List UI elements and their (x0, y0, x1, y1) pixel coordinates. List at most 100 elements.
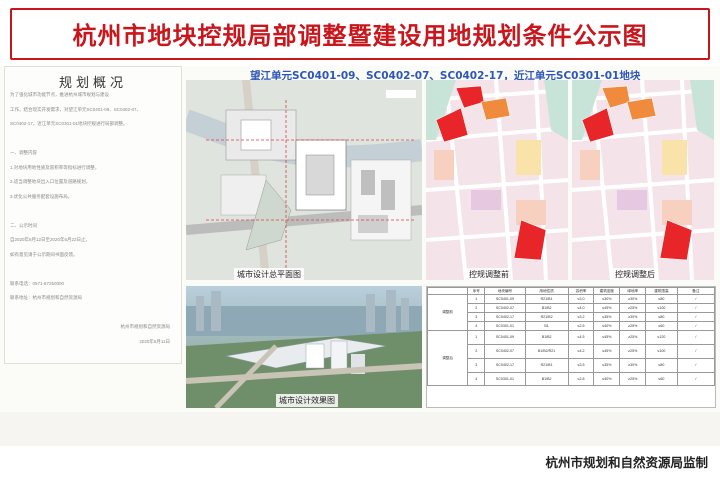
table-cell: ≤30% (593, 294, 621, 305)
table-cell: 3 (467, 312, 486, 322)
rendering-drawing (186, 286, 422, 408)
site-plan-image: 城市设计总平面图 (186, 80, 422, 280)
table-cell: SC0301-01 (484, 371, 526, 387)
table-cell: 4 (467, 320, 486, 331)
overview-line: 一、调整内容 (10, 150, 37, 155)
table-cell: 1 (467, 294, 486, 305)
table-cell: ≥25% (619, 303, 647, 314)
table-cell: / (676, 357, 715, 373)
table-header: 序号 (467, 287, 486, 296)
overview-line: 1.对地块用地性质及容积率等指标进行调整， (10, 164, 100, 170)
table-cell: 4 (467, 371, 486, 387)
table-row: 3 SC0402-17 R21/B2 ≤3.2 ≤35% ≥30% ≤80/ (428, 312, 715, 322)
table-header: 绿地率 (619, 287, 647, 296)
table-row: 调整前 1 SC0401-09 R21/B1 ≤3.0 ≤30% ≥30% ≤80/ (427, 294, 715, 331)
table-cell: ≤3.5 (567, 357, 595, 373)
rendering-caption: 城市设计效果图 (276, 394, 338, 407)
table-header-row: 序号 地块编号 用地性质 容积率 建筑密度 绿地率 建筑限高 备注 (427, 287, 715, 296)
table-header: 用地性质 (524, 287, 569, 296)
table-row: 4 SC0301-01 B1 ≤2.5 ≤40% ≥25% ≤60/ (428, 320, 715, 331)
table-cell: / (676, 343, 715, 359)
overview-line: 3.优化公共服务配套设施布局。 (10, 193, 73, 199)
table-header: 地块编号 (484, 287, 526, 296)
table-cell: R21/B2 (524, 312, 569, 322)
map-before-caption: 控规调整前 (466, 268, 512, 280)
table-cell: ≤80 (645, 312, 678, 322)
table-cell: B1/B2 (524, 303, 569, 314)
table-cell: R21/B1 (524, 294, 569, 305)
table-cell: ≤45% (593, 343, 621, 359)
table-cell: R21/B1 (524, 357, 569, 373)
table-cell: ≤45% (593, 329, 621, 345)
table-cell: / (676, 320, 715, 331)
table-cell: / (676, 329, 715, 345)
page-title: 杭州市地块控规局部调整暨建设用地规划条件公示图 (72, 22, 648, 50)
indicator-grid: 序号 地块编号 用地性质 容积率 建筑密度 绿地率 建筑限高 备注 调整前 1 SC… (427, 287, 715, 387)
table-cell: ≤35% (593, 357, 621, 373)
table-cell: ≤120 (645, 329, 678, 345)
table-cell: ≤100 (645, 303, 678, 314)
table-cell: B1/B2 (524, 371, 569, 387)
table-cell: SC0301-01 (484, 320, 526, 331)
table-cell: ≤100 (645, 343, 678, 359)
table-section-label: 调整后 (427, 329, 469, 387)
table-cell: ≤2.8 (567, 371, 595, 387)
overview-line: 2020年6月11日 (139, 338, 170, 344)
table-cell: 1 (467, 329, 486, 345)
overview-line: 为了强化城市功能节点，推进杭州城市规划与建设 (10, 92, 109, 97)
overview-line: 联系地址：杭州市规划和自然资源局 (10, 295, 82, 300)
overview-heading: 规划概况 (58, 76, 127, 91)
table-cell: / (676, 371, 715, 387)
overview-line: SC0402-17，近江单元SC0301-01地块控规进行局部调整。 (10, 121, 128, 126)
table-cell: SC0402-17 (484, 312, 526, 322)
table-cell: ≥25% (619, 329, 647, 345)
map-after: 控规调整后 (572, 80, 714, 280)
table-header-blank (427, 287, 469, 296)
indicator-table: 序号 地块编号 用地性质 容积率 建筑密度 绿地率 建筑限高 备注 调整前 1 SC… (426, 286, 716, 408)
table-cell: ≥30% (619, 312, 647, 322)
overview-line: 自2020年6月12日至2020年6月22日止， (10, 237, 91, 242)
overview-line: 如有意见请于公示期间书面反馈。 (10, 251, 78, 257)
table-cell: ≤2.5 (567, 320, 595, 331)
overview-line: 杭州市规划和自然资源局 (120, 324, 171, 329)
table-cell: SC0401-09 (484, 329, 526, 345)
table-row: 2 SC0402-07 B1/B2 ≤4.0 ≤45% ≥25% ≤100/ (428, 303, 715, 314)
footer-issuer: 杭州市规划和自然资源局监制 (545, 455, 708, 470)
table-cell: 2 (467, 303, 486, 314)
lower-band (0, 412, 720, 446)
table-row: 2 SC0402-07 B1/B2/R21 ≤4.2 ≤45% ≥25% ≤100/ (428, 343, 715, 359)
site-plan-drawing (186, 80, 422, 280)
overview-line: 工作，结合现实开发需求，对望江单元SC0401-09、SC0402-07、 (10, 106, 142, 112)
table-cell: ≤4.0 (567, 303, 595, 314)
poster: 杭州市地块控规局部调整暨建设用地规划条件公示图 规划概况 为了强化城市功能节点，… (0, 0, 720, 479)
table-cell: B1/B2 (524, 329, 569, 345)
table-cell: SC0402-17 (484, 357, 526, 373)
table-cell: B1/B2/R21 (524, 343, 569, 359)
table-row: 调整后 1 SC0401-09 B1/B2 ≤4.5 ≤45% ≥25% ≤120/ (427, 329, 715, 387)
table-cell: ≤45% (593, 303, 621, 314)
overview-line: 二、公示时间 (10, 222, 37, 228)
table-header: 建筑密度 (593, 287, 621, 296)
table-cell: / (676, 303, 715, 314)
table-cell: ≤40% (593, 320, 621, 331)
map-after-drawing (572, 80, 714, 280)
table-section-label: 调整前 (427, 294, 469, 331)
map-before: 控规调整前 (426, 80, 568, 280)
table-cell: ≤4.2 (567, 343, 595, 359)
table-cell: ≤60 (645, 320, 678, 331)
table-cell: SC0402-07 (484, 343, 526, 359)
table-header: 容积率 (567, 287, 595, 296)
table-cell: 2 (467, 343, 486, 359)
table-cell: ≥25% (619, 343, 647, 359)
table-cell: ≤3.0 (567, 294, 595, 305)
table-row: 4 SC0301-01 B1/B2 ≤2.8 ≤40% ≥25% ≤60/ (428, 371, 715, 387)
rendering-image: 城市设计效果图 (186, 286, 422, 408)
table-cell: / (676, 294, 715, 305)
table-cell: ≤4.5 (567, 329, 595, 345)
table-cell: B1 (524, 320, 569, 331)
map-after-caption: 控规调整后 (612, 268, 658, 280)
table-cell: ≤3.2 (567, 312, 595, 322)
overview-line: 联系电话：0571-87250000 (10, 280, 65, 286)
table-cell: ≤80 (645, 294, 678, 305)
table-cell: ≤80 (645, 357, 678, 373)
